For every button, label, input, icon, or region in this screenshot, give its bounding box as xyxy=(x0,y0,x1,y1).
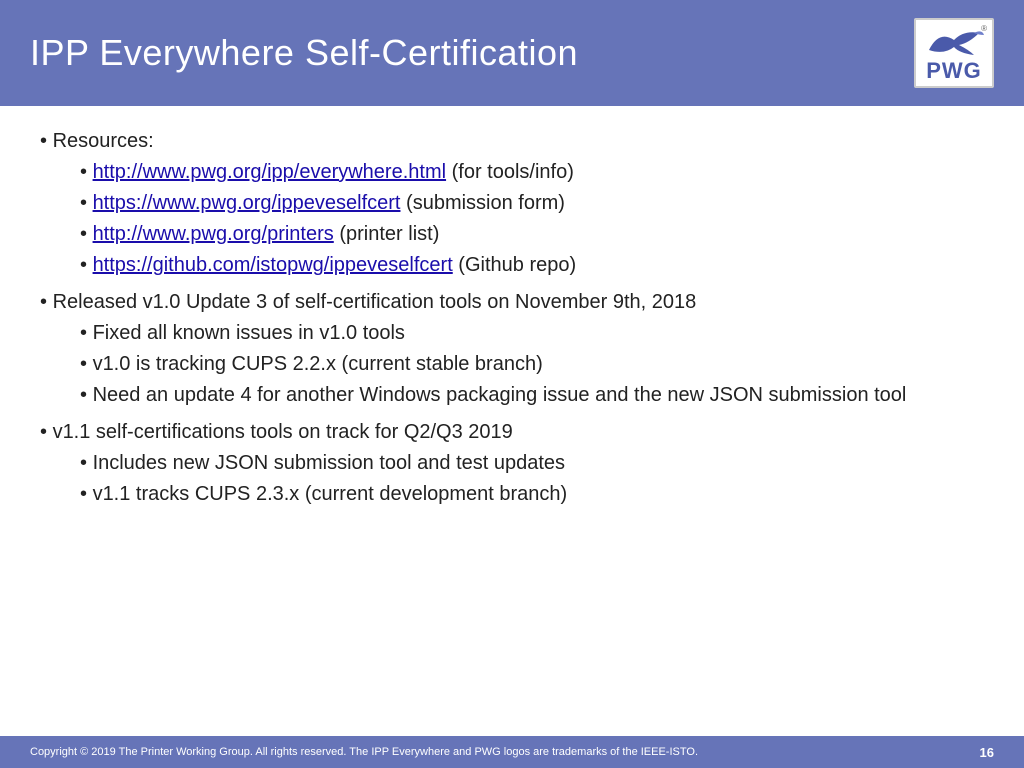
released-sub-2-text: v1.0 is tracking CUPS 2.2.x (current sta… xyxy=(93,353,543,375)
released-label: Released v1.0 Update 3 of self-certifica… xyxy=(53,291,697,313)
resources-item: Resources: http://www.pwg.org/ipp/everyw… xyxy=(40,126,984,281)
released-sub-3-text: Need an update 4 for another Windows pac… xyxy=(93,384,907,406)
link-3-suffix: (printer list) xyxy=(334,223,440,245)
v11-label: v1.1 self-certifications tools on track … xyxy=(53,421,513,443)
v11-sub-2: v1.1 tracks CUPS 2.3.x (current developm… xyxy=(80,479,984,510)
link-4-suffix: (Github repo) xyxy=(453,254,576,276)
link-3[interactable]: http://www.pwg.org/printers xyxy=(93,223,334,245)
main-bullet-list: Resources: http://www.pwg.org/ipp/everyw… xyxy=(40,126,984,510)
slide-title: IPP Everywhere Self-Certification xyxy=(30,32,578,74)
slide-header: IPP Everywhere Self-Certification ® PWG xyxy=(0,0,1024,106)
link-2[interactable]: https://www.pwg.org/ippeveselfcert xyxy=(93,192,401,214)
released-sub-3: Need an update 4 for another Windows pac… xyxy=(80,380,984,411)
released-sub-1-text: Fixed all known issues in v1.0 tools xyxy=(93,322,405,344)
links-list: http://www.pwg.org/ipp/everywhere.html (… xyxy=(80,157,984,281)
v11-item: v1.1 self-certifications tools on track … xyxy=(40,417,984,510)
v11-sub-1-text: Includes new JSON submission tool and te… xyxy=(93,452,565,474)
released-sub-list: Fixed all known issues in v1.0 tools v1.… xyxy=(80,318,984,411)
logo-registered: ® xyxy=(981,24,987,33)
logo-bird-icon xyxy=(924,25,984,60)
slide: IPP Everywhere Self-Certification ® PWG … xyxy=(0,0,1024,768)
slide-content: Resources: http://www.pwg.org/ipp/everyw… xyxy=(0,106,1024,736)
logo-text: PWG xyxy=(926,60,982,82)
link-item-1: http://www.pwg.org/ipp/everywhere.html (… xyxy=(80,157,984,188)
released-item: Released v1.0 Update 3 of self-certifica… xyxy=(40,287,984,411)
link-1[interactable]: http://www.pwg.org/ipp/everywhere.html xyxy=(93,161,447,183)
released-sub-1: Fixed all known issues in v1.0 tools xyxy=(80,318,984,349)
link-item-3: http://www.pwg.org/printers (printer lis… xyxy=(80,219,984,250)
pwg-logo: ® PWG xyxy=(914,18,994,88)
resources-label: Resources: xyxy=(53,130,154,152)
link-1-suffix: (for tools/info) xyxy=(446,161,574,183)
v11-sub-list: Includes new JSON submission tool and te… xyxy=(80,448,984,510)
link-item-2: https://www.pwg.org/ippeveselfcert (subm… xyxy=(80,188,984,219)
link-4[interactable]: https://github.com/istopwg/ippeveselfcer… xyxy=(93,254,453,276)
link-2-suffix: (submission form) xyxy=(400,192,564,214)
link-item-4: https://github.com/istopwg/ippeveselfcer… xyxy=(80,250,984,281)
footer-copyright: Copyright © 2019 The Printer Working Gro… xyxy=(30,746,698,758)
released-sub-2: v1.0 is tracking CUPS 2.2.x (current sta… xyxy=(80,349,984,380)
v11-sub-2-text: v1.1 tracks CUPS 2.3.x (current developm… xyxy=(93,483,568,505)
slide-footer: Copyright © 2019 The Printer Working Gro… xyxy=(0,736,1024,768)
footer-page-number: 16 xyxy=(980,745,994,760)
v11-sub-1: Includes new JSON submission tool and te… xyxy=(80,448,984,479)
